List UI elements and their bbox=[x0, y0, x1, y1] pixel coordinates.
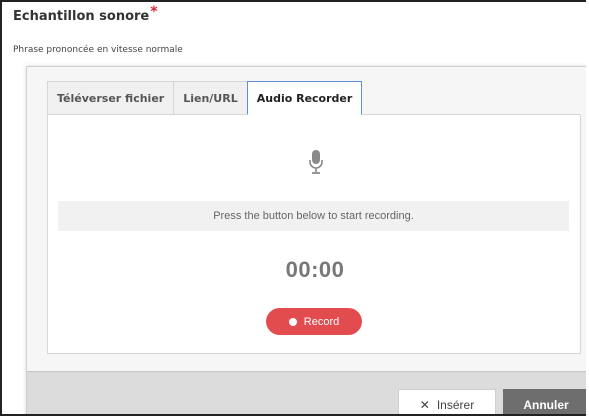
cancel-button[interactable]: Annuler bbox=[503, 389, 586, 414]
cancel-button-label: Annuler bbox=[523, 398, 569, 412]
tab-link-url[interactable]: Lien/URL bbox=[173, 81, 248, 115]
required-mark: * bbox=[150, 4, 158, 20]
screenshot-frame: Echantillon sonore* Phrase prononcée en … bbox=[0, 0, 586, 416]
dialog-footer: ✕ Insérer Annuler bbox=[27, 371, 586, 414]
tab-upload-file[interactable]: Téléverser fichier bbox=[47, 81, 175, 115]
record-button[interactable]: Record bbox=[266, 308, 362, 335]
field-help-text: Phrase prononcée en vitesse normale bbox=[13, 45, 183, 55]
audio-upload-dialog: Téléverser fichier Lien/URL Audio Record… bbox=[26, 66, 586, 414]
tab-audio-recorder[interactable]: Audio Recorder bbox=[246, 81, 363, 115]
recording-timer: 00:00 bbox=[285, 257, 345, 282]
recording-status-message: Press the button below to start recordin… bbox=[58, 201, 569, 231]
insert-button[interactable]: ✕ Insérer bbox=[398, 389, 496, 414]
record-dot-icon bbox=[288, 317, 297, 326]
field-label-text: Echantillon sonore bbox=[13, 9, 150, 24]
tab-strip: Téléverser fichier Lien/URL Audio Record… bbox=[47, 81, 363, 115]
insert-button-label: Insérer bbox=[436, 398, 475, 412]
field-label: Echantillon sonore* bbox=[13, 4, 158, 24]
microphone-icon bbox=[309, 150, 323, 174]
recorder-panel: Press the button below to start recordin… bbox=[47, 114, 581, 354]
record-button-label: Record bbox=[303, 315, 340, 328]
close-x-icon: ✕ bbox=[419, 398, 430, 412]
